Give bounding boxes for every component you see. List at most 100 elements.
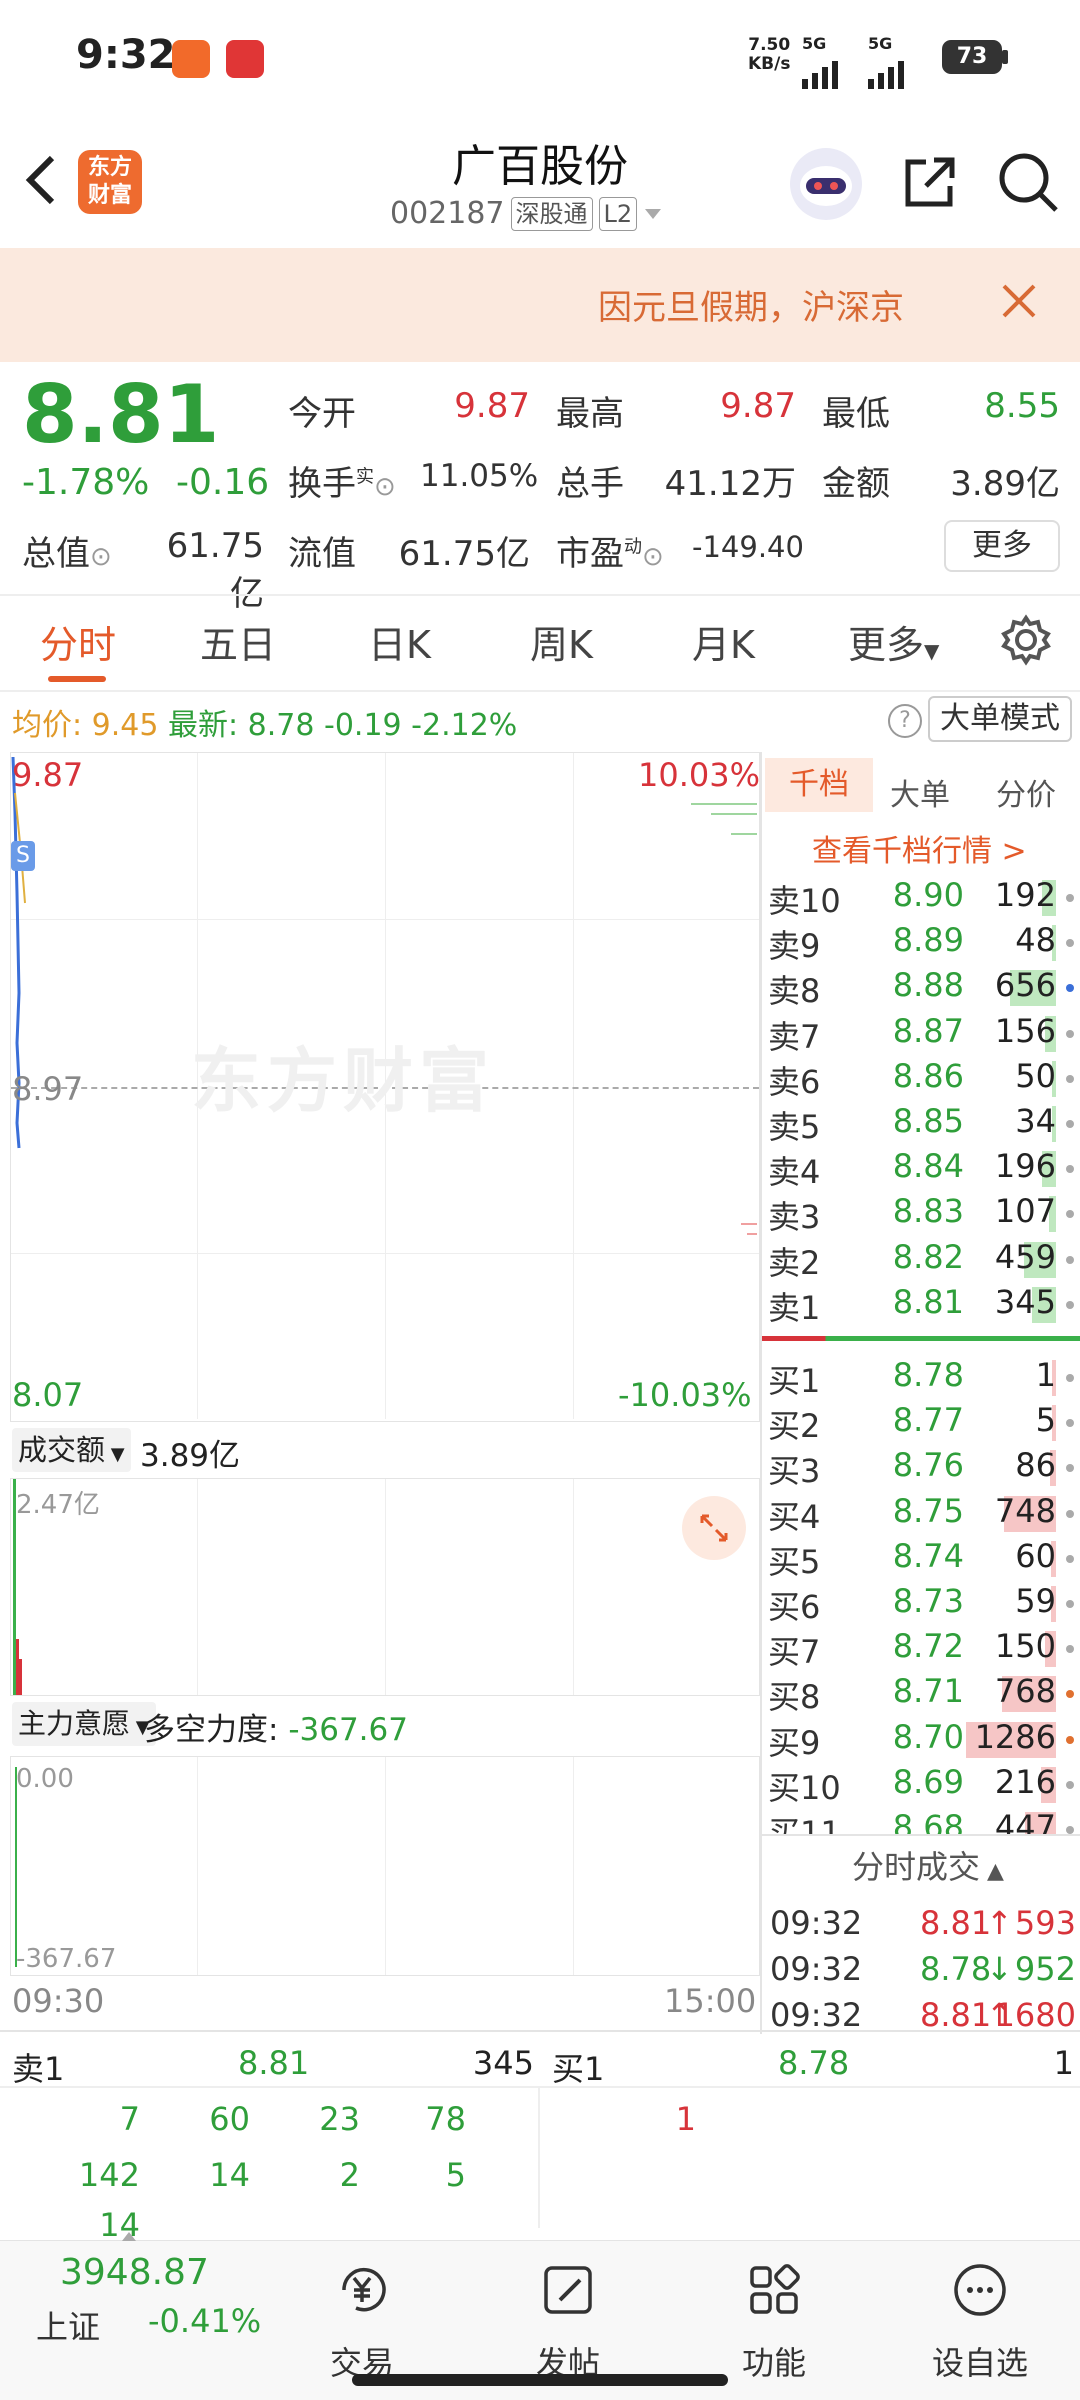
intraday-info-row: 均价: 9.45 最新: 8.78 -0.19 -2.12%	[12, 700, 517, 744]
big-order-mode-button[interactable]: 大单模式	[928, 696, 1072, 742]
tab-five-day[interactable]: 五日	[200, 614, 276, 669]
home-indicator[interactable]	[352, 2374, 728, 2386]
indicator-name: 多空力度:	[144, 1712, 279, 1748]
index-value[interactable]: 3948.87	[60, 2252, 209, 2293]
bid-level-label: 买5	[768, 1542, 821, 1581]
bid-row[interactable]: 买5 8.74 60	[764, 1535, 1076, 1581]
brand-logo[interactable]: 东方 财富	[78, 150, 142, 214]
bid-volume: 150	[994, 1627, 1056, 1666]
intraday-chart[interactable]: S 东方财富	[10, 752, 760, 1422]
bid-row[interactable]: 买2 8.77 5	[764, 1399, 1076, 1445]
tab-weekly-k[interactable]: 周K	[530, 614, 593, 669]
ask-row[interactable]: 卖5 8.85 34	[764, 1100, 1076, 1146]
gear-icon	[1001, 614, 1051, 666]
bid-price: 8.71	[892, 1672, 964, 1711]
tab-price-distribution[interactable]: 分价	[996, 770, 1056, 814]
grid-line	[385, 1757, 386, 1975]
index-change[interactable]: -0.41%	[148, 2302, 261, 2340]
view-full-depth-link[interactable]: 查看千档行情 >	[812, 826, 1027, 870]
ask-row[interactable]: 卖7 8.87 156	[764, 1010, 1076, 1056]
bid-level-label: 买9	[768, 1723, 821, 1762]
nav-post[interactable]: 发帖	[508, 2260, 628, 2384]
indicator-chart[interactable]	[10, 1756, 760, 1976]
share-button[interactable]	[900, 152, 960, 216]
chart-settings-button[interactable]	[1000, 614, 1052, 670]
ask-level-label: 卖7	[768, 1017, 821, 1056]
help-icon[interactable]: ?	[888, 704, 922, 738]
assistant-avatar[interactable]	[790, 148, 862, 220]
indicator-line	[15, 1767, 17, 1967]
chart-top-price: 9.87	[12, 756, 84, 794]
tab-daily-k[interactable]: 日K	[368, 614, 431, 669]
more-quote-button[interactable]: 更多	[944, 520, 1060, 572]
queue-ask-order: 2	[339, 2156, 360, 2194]
indicator-selector-label: 主力意愿	[18, 1707, 131, 1740]
bid-row[interactable]: 买4 8.75 748	[764, 1490, 1076, 1536]
bid-row[interactable]: 买8 8.71 768	[764, 1670, 1076, 1716]
nav-trade[interactable]: 交易	[302, 2260, 422, 2384]
tab-monthly-k[interactable]: 月K	[692, 614, 755, 669]
robot-icon	[800, 166, 852, 206]
ask-row[interactable]: 卖2 8.82 459	[764, 1236, 1076, 1282]
ask-row[interactable]: 卖10 8.90 192	[764, 874, 1076, 920]
bid-level-label: 买6	[768, 1588, 821, 1626]
ask-row[interactable]: 卖3 8.83 107	[764, 1190, 1076, 1237]
queue-ask-order: 14	[209, 2156, 250, 2194]
volume-selector[interactable]: 成交额 ▼	[12, 1428, 131, 1472]
trade-price: 8.78	[920, 1950, 992, 1988]
queue-ask-order: 23	[319, 2100, 360, 2138]
stock-code: 002187	[390, 196, 505, 231]
float-value: 61.75亿	[398, 534, 530, 574]
status-dot	[1066, 1509, 1074, 1518]
pe-label[interactable]: 市盈动⊙	[556, 526, 664, 575]
volume-selector-label: 成交额	[18, 1433, 106, 1467]
signal-label: 5G	[802, 34, 827, 53]
avg-value: 9.45	[91, 708, 159, 743]
edit-icon	[544, 2266, 592, 2314]
trade-ticks-header[interactable]: 分时成交 ▲	[852, 1842, 1004, 1888]
bid-row[interactable]: 买7 8.72 150	[764, 1625, 1076, 1671]
bid-row[interactable]: 买3 8.76 86	[764, 1444, 1076, 1490]
search-button[interactable]	[996, 150, 1060, 218]
bid-row[interactable]: 买6 8.73 59	[764, 1580, 1076, 1626]
bid-row[interactable]: 买9 8.70 1286	[764, 1716, 1076, 1762]
volume-chart[interactable]	[10, 1478, 760, 1696]
tab-orderbook-1000[interactable]: 千档	[765, 758, 873, 812]
turnover-label-text: 换手	[288, 464, 356, 504]
back-button[interactable]	[20, 150, 60, 210]
tab-intraday[interactable]: 分时	[40, 614, 116, 669]
indicator-selector[interactable]: 主力意愿 ▼	[12, 1702, 156, 1746]
bid-row[interactable]: 买1 8.78 1	[764, 1354, 1076, 1400]
ask-level-label: 卖3	[768, 1198, 821, 1237]
expand-chart-button[interactable]	[682, 1496, 746, 1560]
ask-volume: 656	[994, 966, 1056, 1005]
notice-banner	[0, 248, 1080, 362]
indicator-readout: 多空力度: -367.67	[144, 1704, 408, 1749]
ask-row[interactable]: 卖9 8.89 48	[764, 919, 1076, 965]
ask-row[interactable]: 卖8 8.88 656	[764, 964, 1076, 1010]
nav-functions[interactable]: 功能	[714, 2260, 834, 2384]
status-time: 9:32	[76, 32, 176, 78]
ask-row[interactable]: 卖4 8.84 196	[764, 1145, 1076, 1191]
mktcap-value: 61.75亿	[166, 526, 264, 614]
stock-subtitle[interactable]: 002187 深股通 L2	[390, 196, 663, 231]
nav-add-watchlist[interactable]: 设自选	[920, 2260, 1040, 2384]
notice-close-button[interactable]	[1000, 282, 1038, 330]
tab-big-orders[interactable]: 大单	[890, 770, 950, 814]
ask-row[interactable]: 卖1 8.81 345	[764, 1281, 1076, 1327]
tab-more[interactable]: 更多▼	[848, 614, 939, 669]
signal-label: 5G	[868, 34, 893, 53]
grid-line	[197, 1757, 198, 1975]
turnover-label[interactable]: 换手实⊙	[288, 456, 396, 505]
pe-value: -149.40	[692, 530, 804, 564]
mktcap-label[interactable]: 总值⊙	[22, 526, 112, 575]
sell-marker[interactable]: S	[11, 841, 35, 871]
ask-row[interactable]: 卖6 8.86 50	[764, 1055, 1076, 1101]
bid-price: 8.70	[892, 1717, 964, 1756]
bid-row[interactable]: 买10 8.69 216	[764, 1761, 1076, 1807]
bid-price: 8.73	[892, 1582, 964, 1620]
status-dot	[1066, 1374, 1074, 1382]
net-speed: 7.50 KB/s	[748, 36, 790, 74]
index-name[interactable]: 上证	[36, 2302, 100, 2348]
ask-price: 8.87	[892, 1011, 964, 1050]
